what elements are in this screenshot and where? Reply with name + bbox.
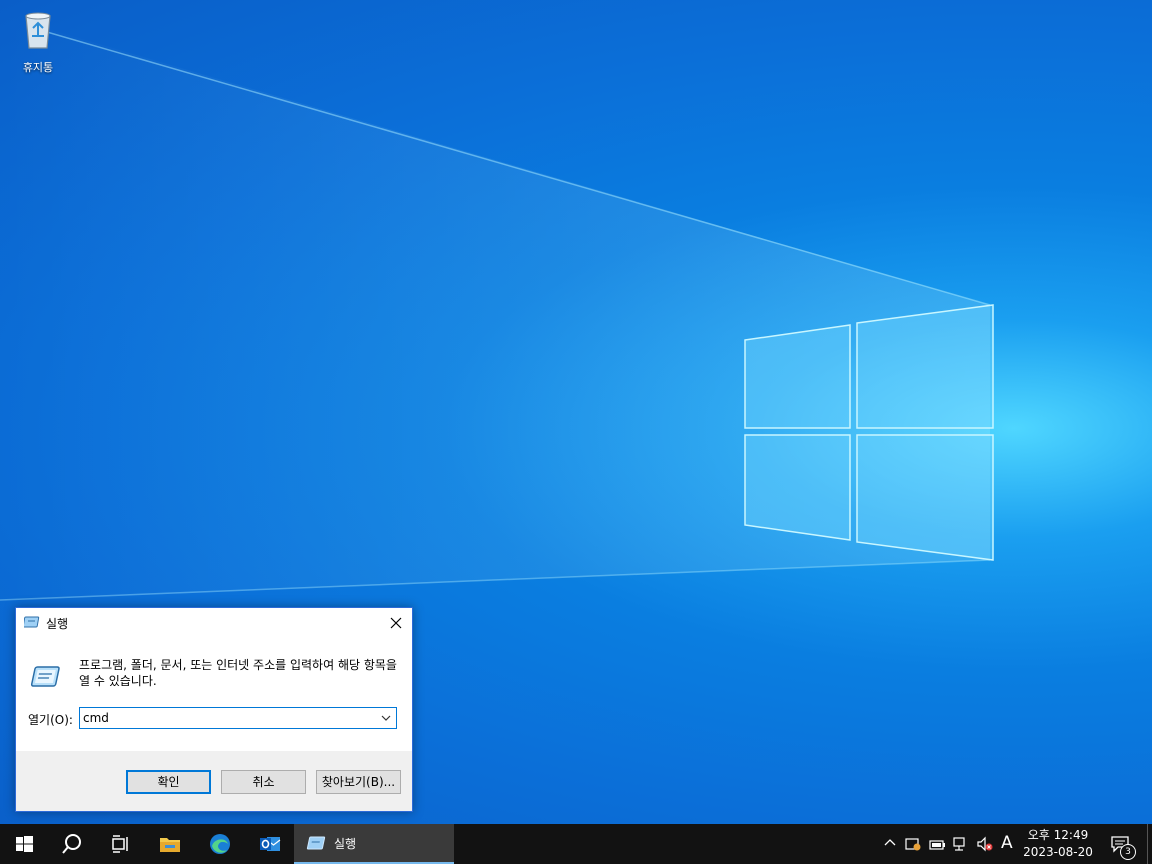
search-button[interactable] (48, 824, 96, 864)
open-label: 열기(O): (28, 713, 73, 727)
chevron-down-icon[interactable] (380, 711, 392, 725)
taskbar-item-label: 실행 (334, 837, 357, 851)
ime-indicator[interactable]: A (1001, 833, 1013, 853)
volume-muted-icon[interactable] (976, 836, 994, 852)
start-button[interactable] (0, 824, 48, 864)
run-icon (24, 616, 40, 628)
search-icon (62, 834, 81, 854)
dialog-title: 실행 (46, 617, 69, 631)
task-view-button[interactable] (96, 824, 144, 864)
action-center-button[interactable]: 3 (1104, 824, 1144, 864)
run-icon (306, 836, 326, 850)
run-dialog: 실행 프로그램, 폴더, 문서, 또는 인터넷 주소를 입력하여 해당 항목을 … (15, 607, 413, 812)
cancel-button[interactable]: 취소 (221, 770, 306, 794)
edge-button[interactable] (196, 824, 244, 864)
run-app-icon (30, 666, 60, 687)
open-input[interactable] (83, 710, 373, 726)
file-explorer-button[interactable] (146, 824, 194, 864)
close-button[interactable] (380, 608, 412, 638)
clock-time: 오후 12:49 (1027, 828, 1089, 842)
taskbar: 실행 A 오후 12:49 2023-08-20 3 (0, 824, 1152, 864)
open-combobox[interactable] (79, 707, 397, 729)
recycle-bin-icon (25, 12, 51, 49)
network-icon[interactable] (952, 836, 970, 852)
desktop-icon-label: 휴지통 (22, 61, 54, 74)
notification-count-badge: 3 (1120, 844, 1136, 860)
outlook-button[interactable] (246, 824, 294, 864)
dialog-description: 프로그램, 폴더, 문서, 또는 인터넷 주소를 입력하여 해당 항목을 열 수… (79, 658, 397, 688)
browse-button[interactable]: 찾아보기(B)... (316, 770, 401, 794)
security-icon[interactable] (904, 836, 922, 852)
chevron-up-icon[interactable] (883, 836, 897, 850)
task-view-icon (112, 835, 128, 853)
outlook-icon (260, 837, 281, 851)
dialog-titlebar[interactable]: 실행 (16, 608, 412, 638)
clock-date: 2023-08-20 (1023, 845, 1093, 859)
edge-icon (210, 834, 230, 854)
ok-button[interactable]: 확인 (126, 770, 211, 794)
start-icon (16, 836, 33, 852)
desktop-icon-recycle-bin[interactable]: 휴지통 (8, 6, 68, 75)
clock[interactable]: 오후 12:49 2023-08-20 (1020, 827, 1096, 861)
file-explorer-icon (160, 838, 180, 852)
system-tray: A (878, 824, 1018, 864)
taskbar-item-run[interactable]: 실행 (294, 824, 454, 864)
close-icon (390, 617, 402, 629)
battery-icon[interactable] (928, 836, 946, 852)
show-desktop-button[interactable] (1147, 824, 1152, 864)
dialog-body: 프로그램, 폴더, 문서, 또는 인터넷 주소를 입력하여 해당 항목을 열 수… (16, 638, 412, 751)
